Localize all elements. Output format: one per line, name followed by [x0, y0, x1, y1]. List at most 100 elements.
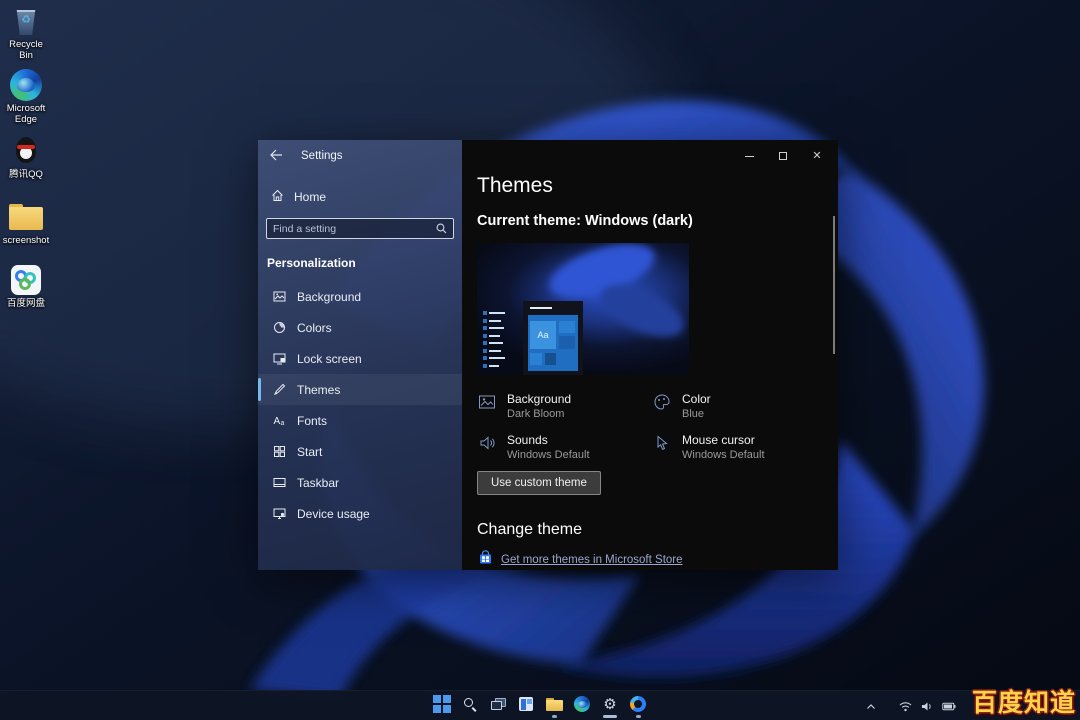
widgets-icon: [516, 694, 536, 714]
preview-settings-list: [483, 311, 509, 371]
detail-value: Windows Default: [507, 449, 590, 461]
edge-button[interactable]: [570, 694, 594, 718]
background-icon: [272, 290, 286, 303]
theme-detail-color: Color Blue: [652, 392, 827, 420]
sidebar-item-device-usage[interactable]: Device usage: [258, 498, 462, 529]
start-button[interactable]: [430, 694, 454, 718]
sidebar-item-start[interactable]: Start: [258, 436, 462, 467]
settings-button[interactable]: ⚙: [598, 694, 622, 718]
detail-name: Background: [507, 392, 571, 406]
search-icon[interactable]: [436, 223, 447, 234]
sidebar-item-colors[interactable]: Colors: [258, 312, 462, 343]
baidu-app-button[interactable]: [626, 694, 650, 718]
page-title: Themes: [477, 174, 553, 198]
svg-text:A: A: [273, 416, 280, 427]
search-input[interactable]: [267, 223, 436, 235]
back-arrow-icon[interactable]: [269, 149, 285, 163]
edge-icon: [572, 694, 592, 714]
file-explorer-button[interactable]: [542, 694, 566, 718]
svg-text:a: a: [280, 420, 284, 427]
mouse-cursor-icon: [652, 433, 672, 452]
sidebar-item-label: Lock screen: [297, 352, 362, 366]
preview-start-menu: Aa: [523, 301, 583, 375]
detail-value: Blue: [682, 408, 711, 420]
sidebar-item-home[interactable]: Home: [271, 189, 462, 205]
detail-value: Windows Default: [682, 449, 765, 461]
sidebar-item-label: Themes: [297, 383, 340, 397]
desktop-icon-qq[interactable]: 腾讯QQ: [2, 134, 50, 181]
desktop-icon-recycle-bin[interactable]: ♻ Recycle Bin: [2, 4, 50, 62]
system-tray: [866, 691, 956, 720]
detail-name: Color: [682, 392, 711, 406]
lock-screen-icon: [272, 352, 286, 365]
window-controls: ✕: [738, 148, 828, 164]
sidebar-item-label: Device usage: [297, 507, 370, 521]
theme-detail-sounds: Sounds Windows Default: [477, 433, 652, 461]
desktop-icon-label: 腾讯QQ: [2, 170, 50, 181]
desktop-icon-baidu-netdisk[interactable]: 百度网盘: [2, 263, 50, 310]
sidebar-item-themes[interactable]: Themes: [258, 374, 462, 405]
network-icon[interactable]: [899, 701, 912, 712]
colors-icon: [272, 321, 286, 334]
sidebar-item-fonts[interactable]: Aa Fonts: [258, 405, 462, 436]
desktop-icon-screenshot-folder[interactable]: screenshot: [2, 200, 50, 247]
detail-name: Mouse cursor: [682, 433, 765, 447]
vertical-scrollbar[interactable]: [833, 216, 835, 354]
qq-icon: [2, 134, 50, 168]
get-more-themes-link[interactable]: Get more themes in Microsoft Store: [478, 550, 683, 570]
start-icon: [272, 445, 286, 458]
task-view-icon: [488, 694, 508, 714]
baidu-app-icon: [628, 694, 648, 714]
detail-value: Dark Bloom: [507, 408, 571, 420]
sidebar-item-background[interactable]: Background: [258, 281, 462, 312]
widgets-button[interactable]: [514, 694, 538, 718]
sidebar-item-taskbar[interactable]: Taskbar: [258, 467, 462, 498]
detail-name: Sounds: [507, 433, 590, 447]
close-icon[interactable]: ✕: [806, 148, 828, 164]
desktop: ♻ Recycle Bin Microsoft Edge 腾讯QQ screen…: [0, 0, 1080, 720]
theme-detail-mouse-cursor: Mouse cursor Windows Default: [652, 433, 827, 461]
theme-preview-card: Aa: [477, 243, 689, 375]
file-explorer-icon: [544, 694, 564, 714]
fonts-icon: Aa: [272, 414, 286, 427]
sidebar-item-label: Fonts: [297, 414, 327, 428]
sidebar-item-lock-screen[interactable]: Lock screen: [258, 343, 462, 374]
folder-icon: [2, 200, 50, 234]
minimize-icon[interactable]: [738, 148, 760, 164]
settings-gear-icon: ⚙: [600, 694, 620, 714]
battery-icon[interactable]: [942, 702, 956, 711]
search-icon: [460, 694, 480, 714]
baidu-netdisk-icon: [2, 263, 50, 297]
desktop-icon-label: Microsoft Edge: [2, 104, 50, 126]
theme-detail-background: Background Dark Bloom: [477, 392, 652, 420]
task-view-button[interactable]: [486, 694, 510, 718]
sidebar-item-label: Taskbar: [297, 476, 339, 490]
settings-search-box[interactable]: [266, 218, 454, 239]
theme-details: Background Dark Bloom Color Blue: [477, 392, 827, 461]
microsoft-store-icon: [478, 550, 493, 570]
change-theme-heading: Change theme: [477, 521, 582, 539]
hidden-icons-chevron-icon[interactable]: [866, 703, 876, 710]
volume-icon[interactable]: [921, 701, 933, 712]
use-custom-theme-button[interactable]: Use custom theme: [477, 471, 601, 495]
sidebar-section-header: Personalization: [267, 256, 462, 270]
sidebar-item-label: Start: [297, 445, 322, 459]
sidebar-item-label: Colors: [297, 321, 332, 335]
maximize-icon[interactable]: [772, 148, 794, 164]
device-usage-icon: [272, 507, 286, 520]
sidebar-home-label: Home: [294, 190, 326, 204]
background-image-icon: [477, 392, 497, 411]
get-more-themes-label: Get more themes in Microsoft Store: [501, 554, 683, 566]
window-title: Settings: [301, 150, 343, 162]
desktop-icon-label: screenshot: [2, 236, 50, 247]
desktop-icon-edge[interactable]: Microsoft Edge: [2, 68, 50, 126]
preview-aa-tile: Aa: [530, 321, 556, 349]
taskbar-search-button[interactable]: [458, 694, 482, 718]
sidebar-item-label: Background: [297, 290, 361, 304]
recycle-bin-icon: ♻: [2, 4, 50, 38]
preview-bloom-petal: [593, 274, 689, 347]
start-menu-icon: [432, 694, 452, 714]
sounds-icon: [477, 433, 497, 452]
home-icon: [271, 189, 284, 205]
color-icon: [652, 392, 672, 411]
